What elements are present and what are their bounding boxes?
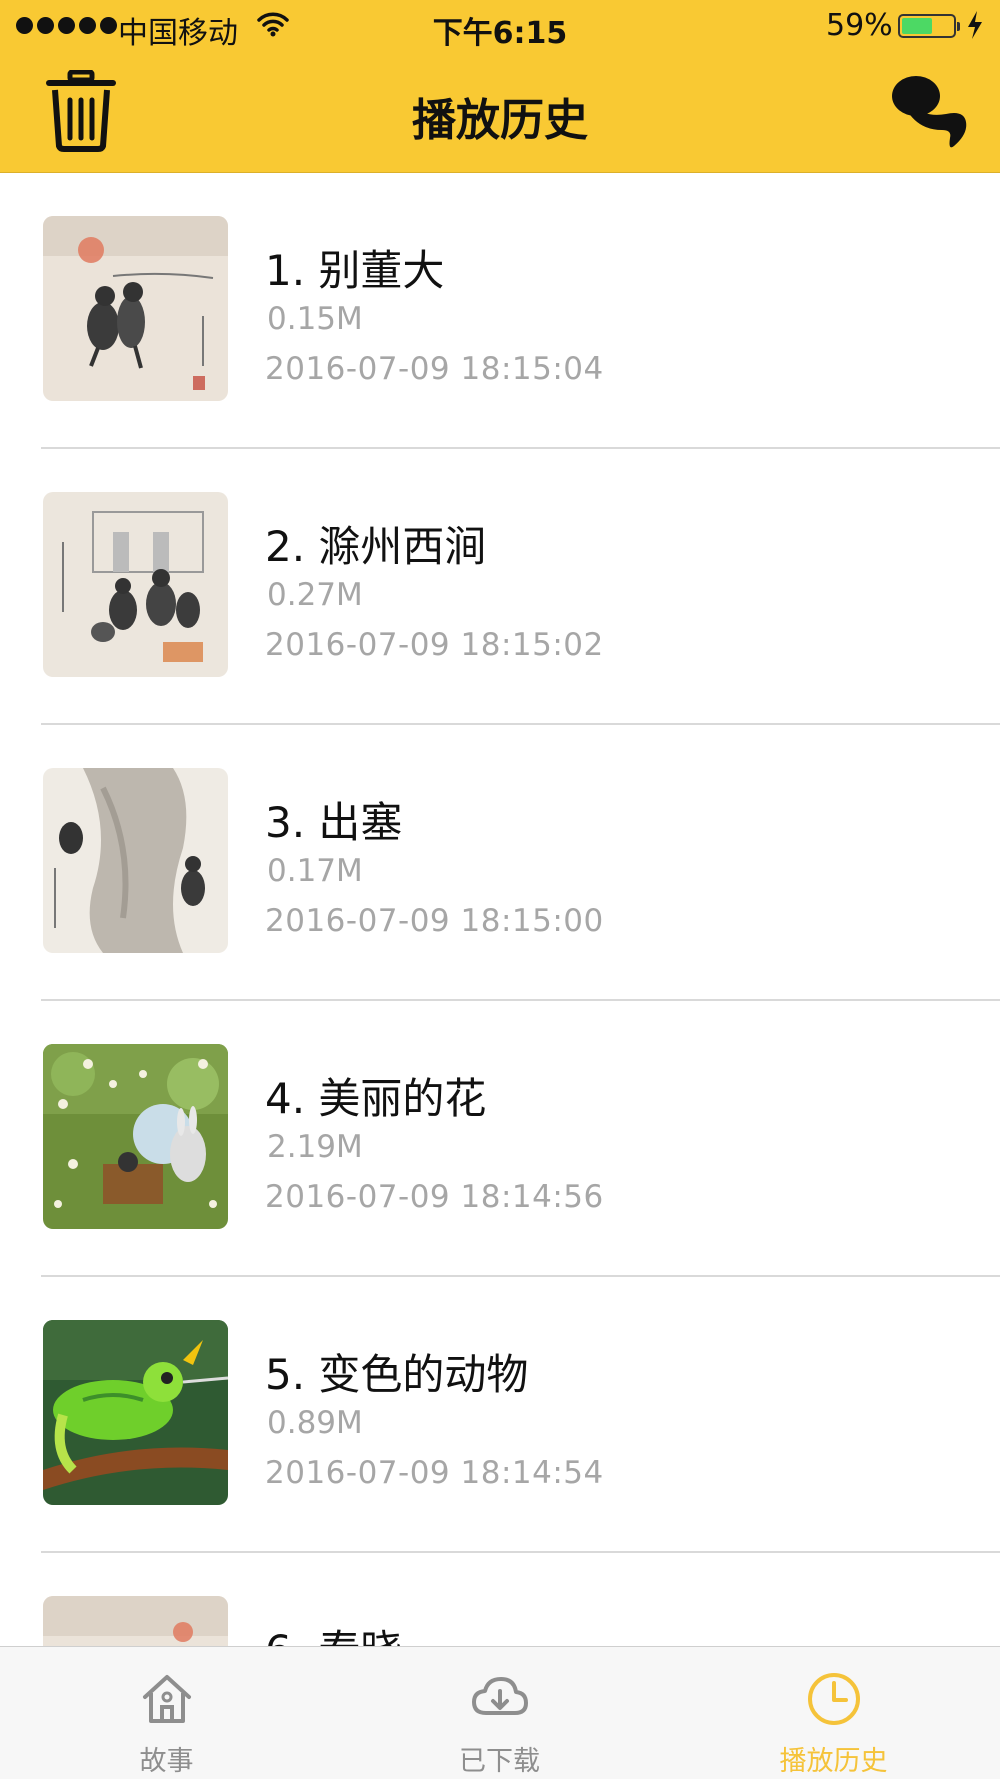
battery-icon — [898, 14, 960, 38]
page-title: 播放历史 — [412, 95, 588, 146]
tab-downloaded[interactable]: 已下载 — [333, 1647, 666, 1779]
battery-percent: 59% — [826, 8, 893, 43]
history-item-size: 0.89M — [267, 1405, 363, 1441]
history-item-title: 4. 美丽的花 — [265, 1074, 487, 1123]
status-bar: 中国移动 下午6:15 59% — [0, 0, 1000, 54]
history-item[interactable]: 5. 变色的动物 0.89M 2016-07-09 18:14:54 — [41, 1277, 1000, 1553]
cover-thumbnail — [43, 1044, 228, 1229]
history-item-date: 2016-07-09 18:14:54 — [265, 1455, 604, 1491]
cover-thumbnail — [43, 768, 228, 953]
history-list[interactable]: 1. 别董大 0.15M 2016-07-09 18:15:04 2. 滁州西涧… — [0, 173, 1000, 1646]
tab-label: 播放历史 — [779, 1746, 888, 1777]
history-item[interactable]: 3. 出塞 0.17M 2016-07-09 18:15:00 — [41, 725, 1000, 1001]
listen-icon — [892, 76, 967, 148]
tab-label: 故事 — [139, 1746, 194, 1777]
cover-thumbnail — [43, 216, 228, 401]
clock-icon — [807, 1673, 860, 1725]
tab-stories[interactable]: 故事 — [0, 1647, 333, 1779]
cover-thumbnail — [43, 1320, 228, 1505]
history-item-size: 0.17M — [267, 853, 363, 889]
history-item-title: 2. 滁州西涧 — [265, 522, 487, 571]
history-item[interactable]: 4. 美丽的花 2.19M 2016-07-09 18:14:56 — [41, 1001, 1000, 1277]
cover-thumbnail — [43, 1596, 228, 1646]
now-playing-button[interactable] — [890, 74, 974, 154]
history-item-title: 1. 别董大 — [265, 246, 445, 295]
history-item-title: 5. 变色的动物 — [265, 1350, 529, 1399]
history-item-size: 2.19M — [267, 1129, 363, 1165]
tab-play-history[interactable]: 播放历史 — [667, 1647, 1000, 1779]
tab-bar: 故事 已下载 播放历史 — [0, 1646, 1000, 1779]
cover-thumbnail — [43, 492, 228, 677]
charging-bolt-icon — [968, 11, 982, 39]
history-item-date: 2016-07-09 18:14:56 — [265, 1179, 604, 1215]
history-item-size: 0.15M — [267, 301, 363, 337]
history-item-date: 2016-07-09 18:15:04 — [265, 351, 604, 387]
history-item[interactable]: 6. 春晓 — [41, 1553, 1000, 1646]
history-item-date: 2016-07-09 18:15:02 — [265, 627, 604, 663]
history-item-date: 2016-07-09 18:15:00 — [265, 903, 604, 939]
history-item[interactable]: 2. 滁州西涧 0.27M 2016-07-09 18:15:02 — [41, 449, 1000, 725]
history-item-title: 6. 春晓 — [265, 1617, 402, 1646]
cloud-download-icon — [471, 1677, 528, 1715]
history-item[interactable]: 1. 别董大 0.15M 2016-07-09 18:15:04 — [41, 173, 1000, 449]
history-item-size: 0.27M — [267, 577, 363, 613]
home-icon — [142, 1675, 191, 1723]
header-bar: 中国移动 下午6:15 59% 播放历史 — [0, 0, 1000, 173]
tab-label: 已下载 — [459, 1746, 540, 1777]
history-item-title: 3. 出塞 — [265, 798, 403, 847]
